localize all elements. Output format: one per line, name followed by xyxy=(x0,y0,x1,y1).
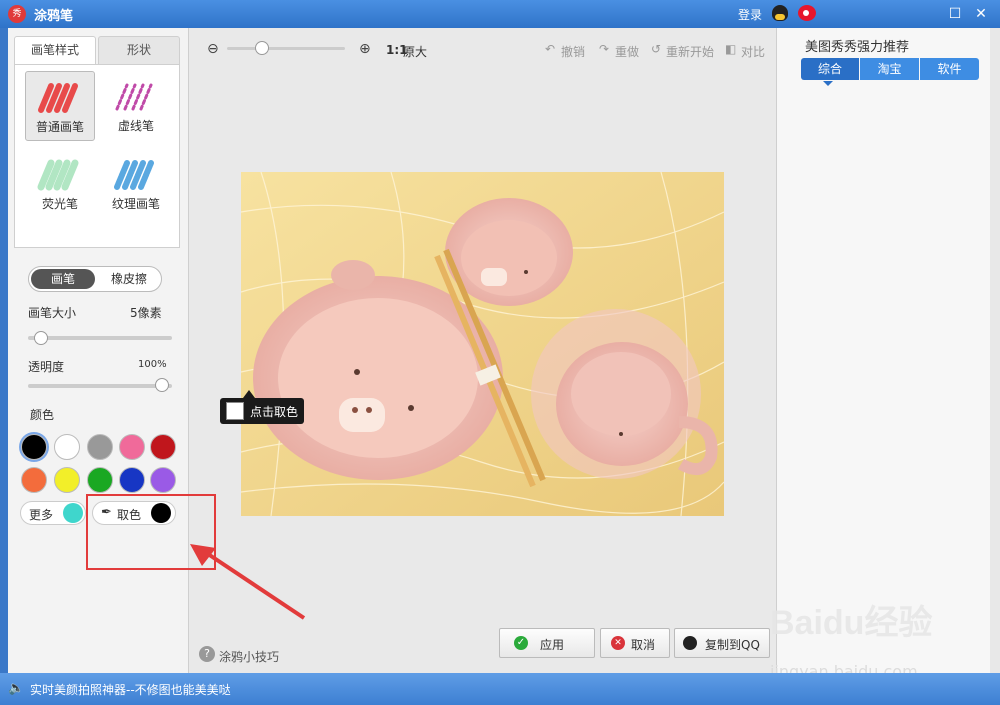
opacity-knob[interactable] xyxy=(155,378,169,392)
baidu-watermark: Baidu经验 xyxy=(770,604,933,642)
tab-shape[interactable]: 形状 xyxy=(98,36,180,64)
texture-brush-icon xyxy=(114,160,154,190)
brush-normal-label: 普通画笔 xyxy=(35,120,84,134)
tooltip-text: 点击取色 xyxy=(250,405,299,419)
apply-button[interactable]: ✓ 应用 xyxy=(499,628,595,658)
zoom-knob[interactable] xyxy=(255,41,269,55)
copy-to-qq-label: 复制到QQ xyxy=(705,638,760,652)
cancel-icon: ✕ xyxy=(611,636,625,650)
qq-penguin-icon xyxy=(683,636,697,650)
photo-canvas[interactable] xyxy=(241,172,724,516)
opacity-value: 100% xyxy=(138,359,167,370)
zoom-slider[interactable] xyxy=(227,47,345,50)
color-swatch-orange[interactable] xyxy=(21,467,47,493)
copy-to-qq-button[interactable]: 复制到QQ xyxy=(674,628,770,658)
undo-button[interactable]: 撤销 xyxy=(561,43,585,60)
help-icon[interactable]: ? xyxy=(199,646,215,662)
restart-button[interactable]: 重新开始 xyxy=(666,43,714,60)
close-icon[interactable]: ✕ xyxy=(970,4,992,24)
color-swatch-black[interactable] xyxy=(21,434,47,460)
original-size-button[interactable]: 原大 xyxy=(403,43,427,60)
redo-icon: ↷ xyxy=(599,42,610,56)
tips-link[interactable]: 涂鸦小技巧 xyxy=(219,648,279,665)
brush-size-slider[interactable] xyxy=(28,336,172,340)
apply-label: 应用 xyxy=(540,638,565,652)
tab-general[interactable]: 综合 xyxy=(801,58,859,80)
color-label: 颜色 xyxy=(30,408,55,422)
pick-color-tooltip: 点击取色 xyxy=(220,398,304,424)
window-title: 涂鸦笔 xyxy=(34,9,74,24)
color-swatch-pink[interactable] xyxy=(119,434,145,460)
color-swatch-purple[interactable] xyxy=(150,467,176,493)
mode-toggle: 画笔 橡皮擦 xyxy=(28,266,162,292)
brush-size-label: 画笔大小 xyxy=(28,306,77,320)
brush-normal[interactable]: 普通画笔 xyxy=(25,71,95,141)
active-tab-pointer xyxy=(823,81,833,86)
tab-taobao[interactable]: 淘宝 xyxy=(860,58,919,80)
color-swatch-darkred[interactable] xyxy=(150,434,176,460)
recommend-title: 美图秀秀强力推荐 xyxy=(805,40,910,55)
brush-size-value: 5像素 xyxy=(130,306,162,320)
status-text[interactable]: 实时美颜拍照神器--不修图也能美美哒 xyxy=(30,681,231,698)
speaker-icon[interactable]: 🔈 xyxy=(8,681,24,696)
brush-settings-panel: 画笔样式 形状 普通画笔 虚线笔 荧光笔 纹理画笔 画笔 橡皮擦 画笔大小 5像… xyxy=(8,28,188,673)
restart-icon: ↺ xyxy=(651,42,662,56)
status-bar: 🔈 实时美颜拍照神器--不修图也能美美哒 xyxy=(0,673,1000,705)
weibo-icon[interactable] xyxy=(798,5,816,21)
dashed-brush-icon xyxy=(115,83,153,111)
recommend-panel: 美图秀秀强力推荐 综合 淘宝 软件 xyxy=(776,28,990,673)
brush-size-knob[interactable] xyxy=(34,331,48,345)
annotation-arrow xyxy=(190,544,306,620)
color-swatch-yellow[interactable] xyxy=(54,467,80,493)
more-colors-swatch xyxy=(63,503,83,523)
tooltip-pointer xyxy=(243,390,255,398)
brush-texture[interactable]: 纹理画笔 xyxy=(101,149,171,219)
background-window-edge xyxy=(990,28,1000,673)
recommend-tabs: 综合 淘宝 软件 xyxy=(801,58,979,80)
app-logo-icon: 秀 xyxy=(8,5,26,23)
check-icon: ✓ xyxy=(514,636,528,650)
normal-brush-icon xyxy=(38,83,78,113)
compare-icon: ◧ xyxy=(725,42,737,56)
color-swatch-white[interactable] xyxy=(54,434,80,460)
eraser-mode-button[interactable]: 橡皮擦 xyxy=(99,269,159,289)
redo-button[interactable]: 重做 xyxy=(615,43,639,60)
highlighter-brush-icon xyxy=(37,159,79,191)
zoom-out-icon[interactable]: ⊖ xyxy=(207,41,219,57)
opacity-slider[interactable] xyxy=(28,384,172,388)
brush-dashed[interactable]: 虚线笔 xyxy=(101,71,171,141)
compare-button[interactable]: 对比 xyxy=(741,43,765,60)
brush-highlighter-label: 荧光笔 xyxy=(41,197,78,211)
login-link[interactable]: 登录 xyxy=(738,6,762,23)
tab-brush-style[interactable]: 画笔样式 xyxy=(14,36,96,64)
brush-dashed-label: 虚线笔 xyxy=(117,119,154,133)
color-swatch-blue[interactable] xyxy=(119,467,145,493)
more-colors-label: 更多 xyxy=(29,508,54,522)
pen-mode-button[interactable]: 画笔 xyxy=(31,269,95,289)
brush-highlighter[interactable]: 荧光笔 xyxy=(25,149,95,219)
zoom-in-icon[interactable]: ⊕ xyxy=(359,41,371,57)
opacity-label: 透明度 xyxy=(28,360,65,374)
tab-software[interactable]: 软件 xyxy=(920,58,979,80)
cancel-button[interactable]: ✕ 取消 xyxy=(600,628,670,658)
color-swatch-gray[interactable] xyxy=(87,434,113,460)
maximize-icon[interactable]: ☐ xyxy=(944,4,966,24)
tooltip-color-preview xyxy=(226,402,244,420)
qq-icon[interactable] xyxy=(772,5,788,21)
cancel-label: 取消 xyxy=(631,638,656,652)
title-bar: 秀 涂鸦笔 登录 ☐ ✕ xyxy=(0,0,1000,28)
undo-icon: ↶ xyxy=(545,42,556,56)
brush-style-grid: 普通画笔 虚线笔 荧光笔 纹理画笔 xyxy=(14,64,180,248)
more-colors-button[interactable]: 更多 xyxy=(20,501,86,525)
brush-texture-label: 纹理画笔 xyxy=(111,197,160,211)
color-swatch-green[interactable] xyxy=(87,467,113,493)
